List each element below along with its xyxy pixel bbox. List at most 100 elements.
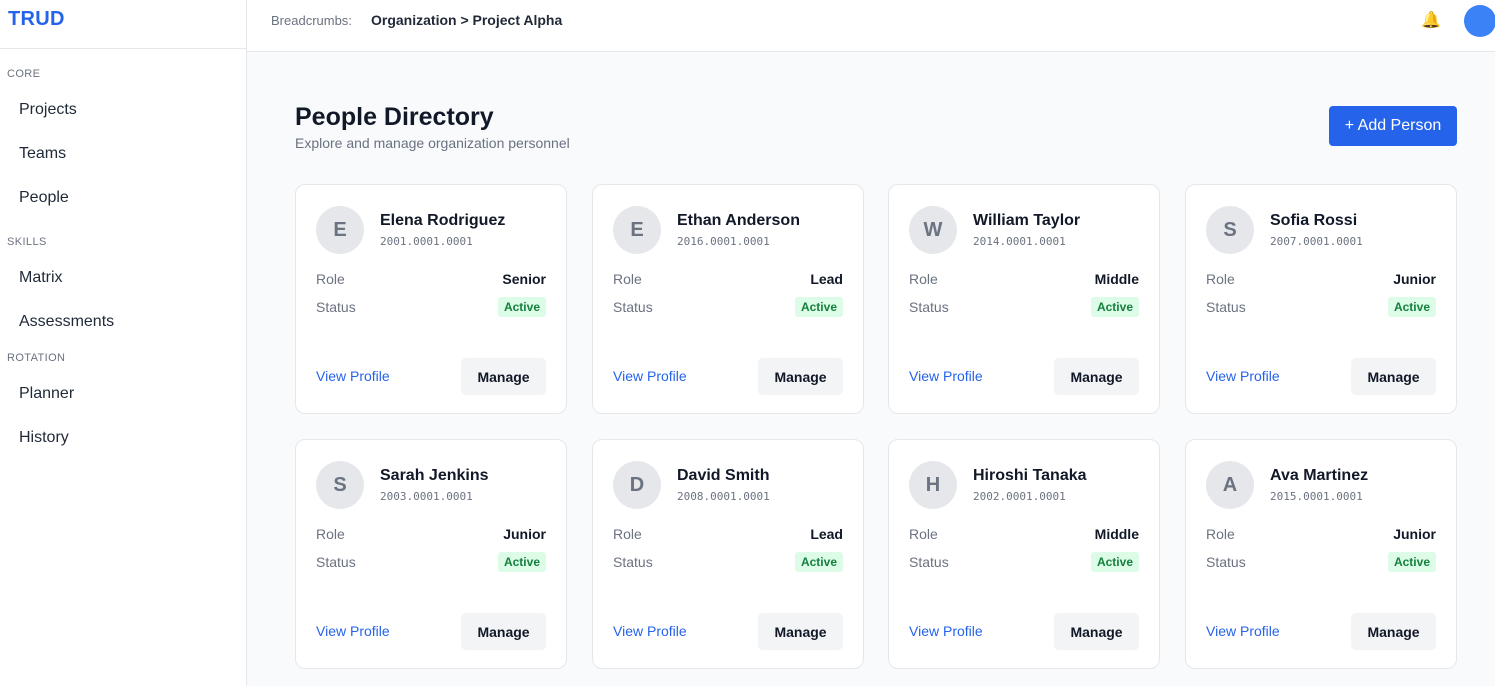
sidebar-item-history[interactable]: History — [19, 429, 69, 447]
role-value: Junior — [503, 526, 546, 542]
top-bar: Breadcrumbs: Organization > Project Alph… — [247, 0, 1495, 52]
sidebar: TRUD CORE Projects Teams People SKILLS M… — [0, 0, 247, 686]
person-name: Hiroshi Tanaka — [973, 467, 1087, 484]
person-name: Sarah Jenkins — [380, 467, 489, 484]
person-card: H Hiroshi Tanaka 2002.0001.0001 Role Middle S… — [888, 439, 1160, 669]
person-name: Sofia Rossi — [1270, 212, 1358, 229]
person-card: S Sofia Rossi 2007.0001.0001 Role Junior Stat… — [1185, 184, 1457, 414]
role-label: Role — [1206, 526, 1235, 542]
sidebar-item-matrix[interactable]: Matrix — [19, 269, 63, 287]
person-name: Elena Rodriguez — [380, 212, 506, 229]
person-id: 2008.0001.0001 — [677, 490, 770, 503]
status-badge: Active — [1387, 297, 1436, 317]
avatar: E — [613, 206, 661, 254]
avatar: S — [316, 461, 364, 509]
avatar: E — [316, 206, 364, 254]
avatar: H — [909, 461, 957, 509]
role-value: Junior — [1393, 526, 1436, 542]
page-title: People Directory — [295, 103, 494, 131]
user-avatar[interactable] — [1464, 5, 1495, 37]
role-label: Role — [1206, 271, 1235, 287]
sidebar-item-people[interactable]: People — [19, 189, 69, 207]
view-profile-link[interactable]: View Profile — [909, 368, 983, 384]
person-card: W William Taylor 2014.0001.0001 Role Middle S… — [888, 184, 1160, 414]
person-id: 2015.0001.0001 — [1270, 490, 1363, 503]
status-label: Status — [909, 299, 949, 315]
status-label: Status — [909, 554, 949, 570]
person-name: Ava Martinez — [1270, 467, 1369, 484]
person-id: 2001.0001.0001 — [380, 235, 473, 248]
status-badge: Active — [1387, 552, 1436, 572]
person-card: D David Smith 2008.0001.0001 Role Lead Status… — [592, 439, 864, 669]
view-profile-link[interactable]: View Profile — [909, 623, 983, 639]
sidebar-item-assessments[interactable]: Assessments — [19, 313, 114, 331]
person-card: A Ava Martinez 2015.0001.0001 Role Junior Sta… — [1185, 439, 1457, 669]
role-label: Role — [613, 271, 642, 287]
person-id: 2014.0001.0001 — [973, 235, 1066, 248]
avatar: D — [613, 461, 661, 509]
view-profile-link[interactable]: View Profile — [613, 623, 687, 639]
bell-icon[interactable]: 🔔 — [1421, 10, 1441, 30]
person-name: Ethan Anderson — [677, 212, 800, 229]
sidebar-item-projects[interactable]: Projects — [19, 101, 77, 119]
add-person-button[interactable]: + Add Person — [1329, 106, 1457, 146]
page-subtitle: Explore and manage organization personne… — [295, 135, 570, 151]
person-name: William Taylor — [973, 212, 1081, 229]
manage-button[interactable]: Manage — [758, 358, 843, 395]
role-value: Senior — [502, 271, 546, 287]
avatar: A — [1206, 461, 1254, 509]
status-badge: Active — [497, 297, 546, 317]
logo-area: TRUD — [0, 0, 246, 49]
view-profile-link[interactable]: View Profile — [613, 368, 687, 384]
person-id: 2002.0001.0001 — [973, 490, 1066, 503]
role-value: Lead — [810, 271, 843, 287]
sidebar-item-planner[interactable]: Planner — [19, 385, 74, 403]
manage-button[interactable]: Manage — [1054, 613, 1139, 650]
manage-button[interactable]: Manage — [1351, 613, 1436, 650]
status-badge: Active — [794, 297, 843, 317]
sidebar-section-skills: SKILLS — [7, 236, 47, 248]
person-card: S Sarah Jenkins 2003.0001.0001 Role Junior St… — [295, 439, 567, 669]
status-badge: Active — [1090, 552, 1139, 572]
person-id: 2003.0001.0001 — [380, 490, 473, 503]
role-value: Middle — [1094, 526, 1139, 542]
role-value: Middle — [1094, 271, 1139, 287]
view-profile-link[interactable]: View Profile — [1206, 623, 1280, 639]
role-value: Junior — [1393, 271, 1436, 287]
status-label: Status — [613, 554, 653, 570]
sidebar-section-rotation: ROTATION — [7, 352, 66, 364]
role-value: Lead — [810, 526, 843, 542]
manage-button[interactable]: Manage — [461, 613, 546, 650]
manage-button[interactable]: Manage — [758, 613, 843, 650]
app-logo[interactable]: TRUD — [8, 8, 65, 30]
status-label: Status — [1206, 299, 1246, 315]
status-badge: Active — [497, 552, 546, 572]
sidebar-section-core: CORE — [7, 68, 41, 80]
role-label: Role — [316, 271, 345, 287]
manage-button[interactable]: Manage — [1054, 358, 1139, 395]
manage-button[interactable]: Manage — [461, 358, 546, 395]
view-profile-link[interactable]: View Profile — [316, 623, 390, 639]
status-label: Status — [1206, 554, 1246, 570]
sidebar-item-teams[interactable]: Teams — [19, 145, 66, 163]
avatar: S — [1206, 206, 1254, 254]
avatar: W — [909, 206, 957, 254]
role-label: Role — [909, 271, 938, 287]
manage-button[interactable]: Manage — [1351, 358, 1436, 395]
person-card: E Ethan Anderson 2016.0001.0001 Role Lead Sta… — [592, 184, 864, 414]
status-badge: Active — [794, 552, 843, 572]
person-id: 2007.0001.0001 — [1270, 235, 1363, 248]
role-label: Role — [909, 526, 938, 542]
person-id: 2016.0001.0001 — [677, 235, 770, 248]
status-label: Status — [613, 299, 653, 315]
breadcrumb-label: Breadcrumbs: — [271, 13, 352, 28]
view-profile-link[interactable]: View Profile — [316, 368, 390, 384]
view-profile-link[interactable]: View Profile — [1206, 368, 1280, 384]
role-label: Role — [613, 526, 642, 542]
breadcrumb[interactable]: Organization > Project Alpha — [371, 12, 562, 28]
status-badge: Active — [1090, 297, 1139, 317]
person-card: E Elena Rodriguez 2001.0001.0001 Role Senior… — [295, 184, 567, 414]
status-label: Status — [316, 554, 356, 570]
role-label: Role — [316, 526, 345, 542]
status-label: Status — [316, 299, 356, 315]
